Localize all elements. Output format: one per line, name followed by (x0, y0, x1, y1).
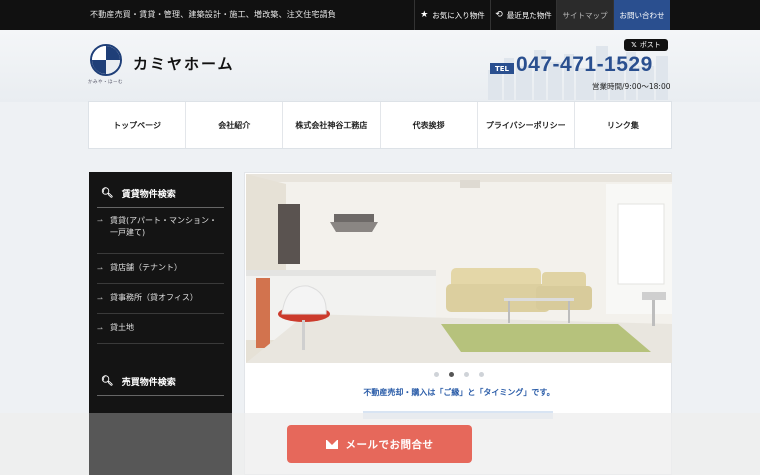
mail-inquiry-button[interactable]: メールでお問合せ (287, 425, 472, 463)
x-icon: 𝕏 (631, 41, 637, 49)
mail-icon (325, 439, 338, 449)
rental-search-title: 賃貸物件検索 (121, 190, 176, 200)
top-links: ★ お気に入り物件 ⟲ 最近見た物件 サイトマップ お問い合わせ (414, 0, 670, 30)
slider-dot[interactable] (464, 372, 469, 377)
contact-link[interactable]: お問い合わせ (613, 0, 670, 30)
arrow-icon: ⇀ (97, 324, 103, 333)
slider-dot[interactable] (479, 372, 484, 377)
post-label: ポスト (639, 41, 661, 49)
x-post-button[interactable]: 𝕏 ポスト (624, 39, 668, 51)
company-logo[interactable] (90, 44, 122, 76)
sidebar-item-rental-office[interactable]: ⇀ 貸事務所（貸オフィス） (97, 284, 224, 314)
slider-caption: 不動産売却・購入は「ご縁」と「タイミング」です。 (363, 388, 555, 397)
arrow-icon: ⇀ (97, 217, 103, 225)
business-hours: 営業時間/9:00〜18:00 (592, 82, 671, 91)
sale-search-heading: 🔍︎ 売買物件検索 (97, 368, 224, 396)
hero-image-living-room[interactable] (246, 174, 672, 363)
star-icon: ★ (420, 10, 429, 20)
history-icon: ⟲ (495, 10, 503, 20)
slider-dot[interactable] (434, 372, 439, 377)
nav-links[interactable]: リンク集 (575, 102, 671, 148)
slider-dots (245, 372, 673, 377)
sidebar-item-label: 貸事務所（貸オフィス） (110, 293, 198, 303)
recent-label: 最近見た物件 (506, 10, 552, 20)
phone-number[interactable]: 047-471-1529 (516, 53, 653, 77)
logo-subtext: かみや・ほーむ (88, 80, 123, 85)
sidebar-item-label: 貸土地 (110, 323, 134, 333)
nav-privacy-policy[interactable]: プライバシーポリシー (478, 102, 575, 148)
nav-kamiya-koumuten[interactable]: 株式会社神谷工務店 (283, 102, 381, 148)
mail-inquiry-label: メールでお問合せ (345, 438, 434, 451)
sidebar-item-rental-land[interactable]: ⇀ 貸土地 (97, 314, 224, 344)
sidebar-item-rental-housing[interactable]: ⇀ 賃貸(アパート・マンション・一戸建て) (97, 208, 224, 254)
sidebar-item-label: 賃貸(アパート・マンション・一戸建て) (110, 216, 217, 238)
sidebar-item-label: 貸店舗（テナント） (110, 263, 182, 273)
arrow-icon: ⇀ (97, 264, 103, 273)
sitemap-link[interactable]: サイトマップ (556, 0, 613, 30)
site-tagline: 不動産売買・賃貸・管理、建築設計・施工、増改築、注文住宅請負 (90, 10, 336, 19)
tel-badge: TEL (490, 63, 514, 74)
main-nav: トップページ 会社紹介 株式会社神谷工務店 代表挨拶 プライバシーポリシー リン… (88, 101, 672, 149)
nav-top-page[interactable]: トップページ (89, 102, 187, 148)
favorites-link[interactable]: ★ お気に入り物件 (414, 0, 490, 30)
sidebar-item-rental-store[interactable]: ⇀ 貸店舗（テナント） (97, 254, 224, 284)
search-icon: 🔍︎ (101, 376, 114, 387)
slider-dot-active[interactable] (449, 372, 454, 377)
rental-search-heading: 🔍︎ 賃貸物件検索 (97, 180, 224, 208)
arrow-icon: ⇀ (97, 294, 103, 303)
recent-viewed-link[interactable]: ⟲ 最近見た物件 (490, 0, 556, 30)
favorites-label: お気に入り物件 (432, 10, 485, 20)
nav-greeting[interactable]: 代表挨拶 (381, 102, 478, 148)
top-bar: 不動産売買・賃貸・管理、建築設計・施工、増改築、注文住宅請負 ★ お気に入り物件… (0, 0, 760, 30)
sidebar-overlay (89, 413, 232, 475)
nav-company[interactable]: 会社紹介 (186, 102, 284, 148)
sale-search-title: 売買物件検索 (121, 378, 176, 388)
brand-name[interactable]: カミヤホーム (133, 53, 235, 74)
search-icon: 🔍︎ (101, 188, 114, 199)
